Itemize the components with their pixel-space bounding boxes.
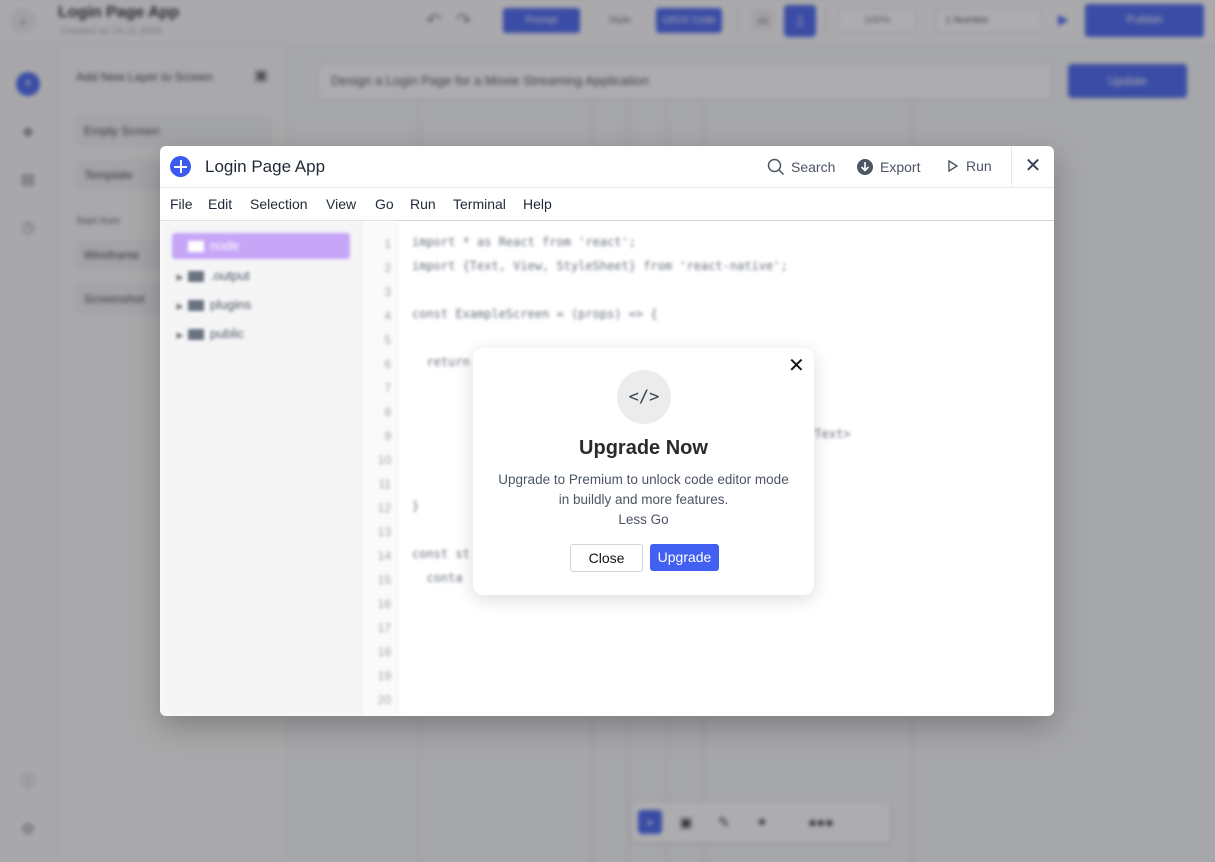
folder-icon bbox=[188, 271, 204, 283]
menu-view[interactable]: View bbox=[326, 196, 356, 212]
download-icon bbox=[857, 159, 873, 175]
line-number: 11 bbox=[378, 477, 391, 491]
run-button[interactable]: Run bbox=[946, 158, 992, 174]
app-logo-icon bbox=[170, 156, 191, 177]
line-number-gutter: 1 2 3 4 5 6 7 8 9 10 11 12 13 14 15 16 17 18 19 20 bbox=[362, 221, 398, 716]
editor-close-button[interactable]: ✕ bbox=[1011, 146, 1054, 188]
modal-message: Upgrade to Premium to unlock code editor… bbox=[498, 472, 789, 507]
menu-terminal[interactable]: Terminal bbox=[453, 196, 506, 212]
search-button[interactable]: Search bbox=[767, 158, 835, 176]
line-number: 4 bbox=[384, 309, 391, 323]
code-line[interactable]: } bbox=[412, 499, 419, 513]
run-label: Run bbox=[966, 158, 992, 174]
close-button[interactable]: Close bbox=[570, 544, 643, 572]
menu-help[interactable]: Help bbox=[523, 196, 552, 212]
folder-icon bbox=[188, 241, 204, 253]
chevron-right-icon: ▶ bbox=[176, 272, 184, 282]
export-label: Export bbox=[880, 159, 921, 175]
line-number: 5 bbox=[384, 333, 391, 347]
modal-title: Upgrade Now bbox=[579, 437, 708, 459]
line-number: 8 bbox=[384, 405, 391, 419]
tree-label: public bbox=[210, 326, 244, 341]
code-line[interactable]: const st bbox=[412, 547, 470, 561]
chevron-right-icon: ▶ bbox=[176, 301, 184, 311]
modal-close-icon[interactable]: ✕ bbox=[788, 356, 805, 376]
editor-menubar: File Edit Selection View Go Run Terminal… bbox=[160, 188, 1054, 221]
menu-edit[interactable]: Edit bbox=[208, 196, 232, 212]
chevron-right-icon: ▶ bbox=[176, 330, 184, 340]
export-button[interactable]: Export bbox=[856, 158, 920, 176]
line-number: 17 bbox=[377, 621, 391, 635]
code-line[interactable]: const ExampleScreen = (props) => { bbox=[412, 307, 658, 321]
tree-label: plugins bbox=[210, 297, 252, 312]
tree-folder-public[interactable]: ▶ public bbox=[172, 321, 350, 347]
line-number: 9 bbox=[384, 429, 391, 443]
line-number: 13 bbox=[377, 525, 391, 539]
tree-label: node bbox=[210, 238, 239, 253]
search-label: Search bbox=[791, 159, 836, 175]
menu-go[interactable]: Go bbox=[375, 196, 394, 212]
line-number: 19 bbox=[377, 669, 391, 683]
tree-folder-output[interactable]: ▶ .output bbox=[172, 263, 350, 289]
line-number: 7 bbox=[384, 381, 391, 395]
upgrade-button[interactable]: Upgrade bbox=[650, 544, 719, 571]
upgrade-modal: ✕ </> Upgrade Now Upgrade to Premium to … bbox=[473, 348, 814, 595]
menu-run[interactable]: Run bbox=[410, 196, 436, 212]
tree-folder-plugins[interactable]: ▶ plugins bbox=[172, 292, 350, 318]
line-number: 1 bbox=[384, 237, 391, 251]
code-line[interactable]: return bbox=[412, 355, 469, 369]
code-icon: </> bbox=[617, 370, 671, 424]
line-number: 10 bbox=[377, 453, 391, 467]
folder-icon bbox=[188, 300, 204, 312]
play-icon bbox=[948, 159, 959, 173]
tree-label: .output bbox=[210, 268, 250, 283]
file-tree: node ▶ .output ▶ plugins ▶ public bbox=[160, 221, 362, 716]
line-number: 3 bbox=[384, 285, 391, 299]
editor-titlebar: Login Page App Search Export Run ✕ bbox=[160, 146, 1054, 188]
code-line[interactable]: import {Text, View, StyleSheet} from 're… bbox=[412, 259, 788, 273]
menu-file[interactable]: File bbox=[170, 196, 193, 212]
editor-title: Login Page App bbox=[205, 157, 326, 176]
code-line[interactable]: import * as React from 'react'; bbox=[412, 235, 636, 249]
tree-folder-node[interactable]: node bbox=[172, 233, 350, 259]
search-icon bbox=[767, 158, 785, 176]
line-number: 20 bbox=[377, 693, 391, 707]
line-number: 6 bbox=[384, 357, 391, 371]
line-number: 14 bbox=[377, 549, 391, 563]
menu-selection[interactable]: Selection bbox=[250, 196, 308, 212]
line-number: 16 bbox=[377, 597, 391, 611]
code-line[interactable]: conta bbox=[412, 571, 462, 585]
modal-subtext: Less Go bbox=[618, 512, 669, 527]
line-number: 18 bbox=[377, 645, 391, 659]
folder-icon bbox=[188, 329, 204, 341]
line-number: 15 bbox=[377, 573, 391, 587]
line-number: 12 bbox=[377, 501, 391, 515]
line-number: 2 bbox=[384, 261, 391, 275]
close-icon: ✕ bbox=[1024, 155, 1042, 177]
